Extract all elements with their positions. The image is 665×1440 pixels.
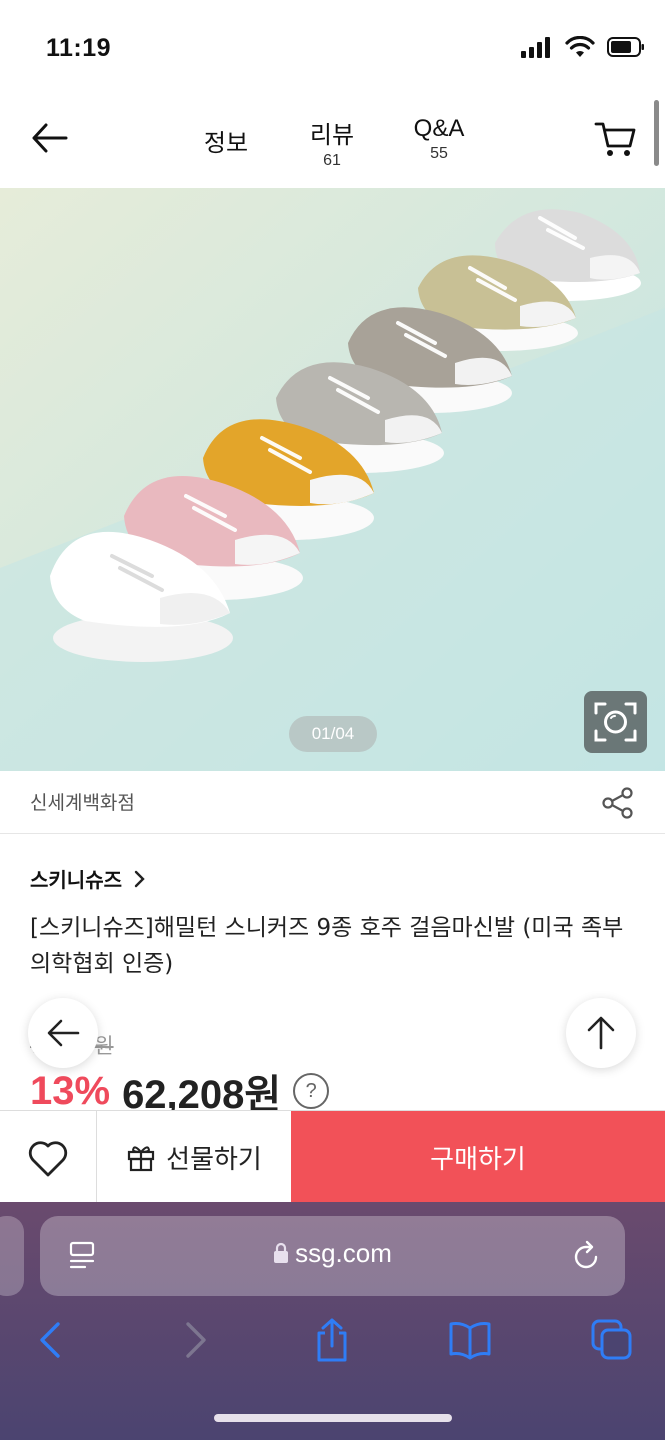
previous-tab-preview[interactable] xyxy=(0,1216,24,1296)
url-text-row: ssg.com xyxy=(40,1238,625,1269)
tab-qna-count: 55 xyxy=(430,145,448,162)
brand-link[interactable]: 스키니슈즈 xyxy=(30,864,146,893)
status-bar: 11:19 xyxy=(0,0,665,95)
browser-back-icon[interactable] xyxy=(30,1318,74,1362)
url-text: ssg.com xyxy=(295,1238,392,1268)
tab-qna-label: Q&A xyxy=(413,115,465,142)
camera-scan-icon xyxy=(594,702,637,742)
discount-rate: 13% xyxy=(30,1068,111,1113)
clock: 11:19 xyxy=(46,34,112,62)
product-image-gallery[interactable]: 01/04 xyxy=(0,188,665,771)
purchase-bar: 선물하기 구매하기 xyxy=(0,1110,665,1203)
share-icon[interactable] xyxy=(601,786,635,820)
buy-button[interactable]: 구매하기 xyxy=(291,1111,665,1203)
browser-chrome: ssg.com xyxy=(0,1202,665,1440)
seller-name[interactable]: 신세계백화점 xyxy=(30,788,135,815)
gift-icon xyxy=(128,1146,155,1172)
tab-info[interactable]: 정보 xyxy=(196,123,256,158)
gift-button[interactable]: 선물하기 xyxy=(97,1111,291,1203)
tabs-icon[interactable] xyxy=(590,1318,634,1362)
floating-back-button[interactable] xyxy=(28,998,98,1068)
tab-qna[interactable]: Q&A 55 xyxy=(404,115,474,163)
address-bar[interactable]: ssg.com xyxy=(40,1216,625,1296)
status-icons xyxy=(521,36,645,58)
arrow-up-icon xyxy=(587,1016,615,1050)
product-photo-shoes xyxy=(0,188,665,771)
wishlist-button[interactable] xyxy=(0,1111,97,1203)
tab-reviews-count: 61 xyxy=(323,152,341,169)
scroll-top-button[interactable] xyxy=(566,998,636,1068)
browser-forward-icon[interactable] xyxy=(172,1318,216,1362)
heart-icon xyxy=(28,1141,68,1177)
image-search-button[interactable] xyxy=(584,691,647,753)
reload-icon[interactable] xyxy=(570,1240,602,1272)
bookmarks-icon[interactable] xyxy=(448,1318,492,1362)
tab-reviews[interactable]: 리뷰 61 xyxy=(300,115,364,170)
seller-row: 신세계백화점 xyxy=(0,771,665,834)
home-indicator[interactable] xyxy=(214,1414,452,1422)
image-counter: 01/04 xyxy=(289,716,377,752)
lock-icon xyxy=(274,1242,289,1263)
scrollbar[interactable] xyxy=(654,100,659,166)
buy-label: 구매하기 xyxy=(430,1144,526,1175)
gift-label: 선물하기 xyxy=(166,1144,262,1175)
tab-reviews-label: 리뷰 xyxy=(309,122,355,149)
tab-info-label: 정보 xyxy=(203,130,249,157)
signal-icon xyxy=(521,37,550,58)
product-header: 정보 리뷰 61 Q&A 55 xyxy=(0,95,665,187)
price-help-icon[interactable]: ? xyxy=(293,1073,330,1109)
battery-icon xyxy=(607,37,644,57)
brand-name: 스키니슈즈 xyxy=(30,868,122,892)
wifi-icon xyxy=(565,36,595,57)
browser-share-icon[interactable] xyxy=(310,1318,354,1362)
back-arrow-icon xyxy=(47,1019,80,1047)
product-title: [스키니슈즈]해밀턴 스니커즈 9종 호주 걸음마신발 (미국 족부의학협회 인… xyxy=(30,915,624,977)
back-arrow-icon[interactable] xyxy=(30,121,70,155)
cart-icon[interactable] xyxy=(594,119,636,159)
chevron-right-icon xyxy=(134,870,145,887)
